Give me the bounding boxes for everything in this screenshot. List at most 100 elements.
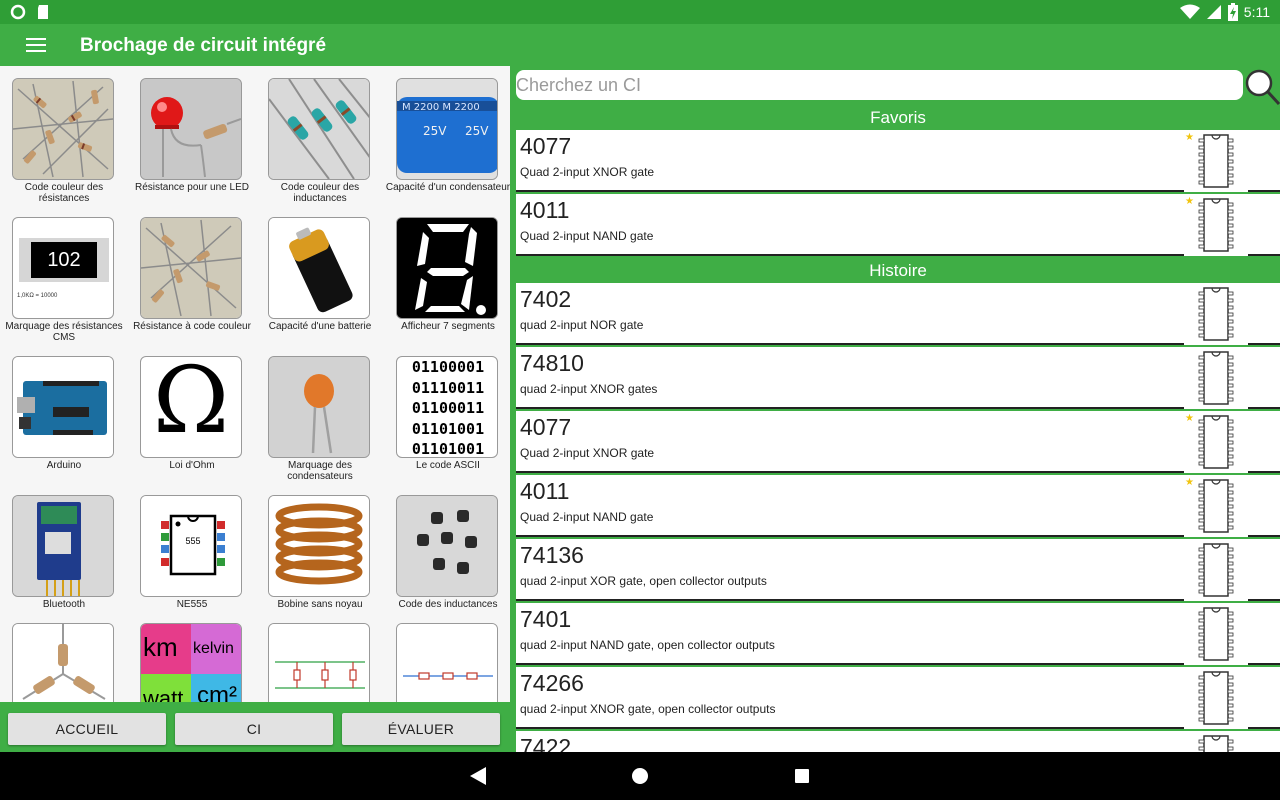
tile-label: Marquage des résistances CMS	[5, 321, 123, 343]
tile-image	[268, 495, 370, 597]
tile-image	[140, 78, 242, 180]
status-time: 5:11	[1243, 4, 1270, 20]
ic-number: 4011	[520, 197, 570, 223]
ic-list-item[interactable]: 74266 quad 2-input XNOR gate, open collec…	[516, 667, 1280, 729]
ic-list-item[interactable]: 4011 Quad 2-input NAND gate ★	[516, 475, 1280, 537]
ic-number: 74266	[520, 670, 584, 696]
ic-button[interactable]: CI	[175, 713, 333, 745]
tile-image	[268, 623, 370, 702]
ascii-line: 01100001	[411, 358, 485, 376]
ascii-line: 01100011	[411, 399, 485, 417]
sd-card-icon	[38, 5, 48, 19]
tile-label: Capacité d'un condensateur	[385, 182, 510, 193]
tile-image	[12, 495, 114, 597]
favorite-star-icon: ★	[1185, 477, 1194, 488]
ic-number: 7401	[520, 606, 572, 632]
ic-chip-icon	[1198, 543, 1234, 597]
ic-chip-icon	[1198, 415, 1234, 469]
ic-description: Quad 2-input NAND gate	[520, 229, 654, 243]
menu-button[interactable]	[20, 33, 52, 57]
red-led-icon	[141, 79, 241, 179]
ic-chip-thumbnail	[1184, 731, 1248, 752]
favorite-star-icon: ★	[1185, 413, 1194, 424]
bottom-nav: ACCUEIL CI ÉVALUER	[0, 702, 510, 752]
ic-chip-thumbnail	[1184, 347, 1248, 409]
ic-description: quad 2-input XNOR gates	[520, 382, 658, 396]
ic-list-item[interactable]: 74810 quad 2-input XNOR gates	[516, 347, 1280, 409]
search-icon	[1245, 69, 1280, 106]
inductors-icon	[269, 79, 369, 179]
ic-description: quad 2-input NAND gate, open collector o…	[520, 638, 775, 652]
home-icon[interactable]	[631, 767, 649, 785]
ic-list-panel: Favoris 4077 Quad 2-input XNOR gate ★ 4011 Q…	[516, 66, 1280, 752]
tile-image	[12, 78, 114, 180]
favorite-star-icon: ★	[1185, 132, 1194, 143]
ic-number: 4011	[520, 478, 570, 504]
tile-image	[268, 78, 370, 180]
tile-image	[12, 356, 114, 458]
ic-list-item[interactable]: 7401 quad 2-input NAND gate, open collect…	[516, 603, 1280, 665]
ic-description: Quad 2-input XNOR gate	[520, 446, 655, 460]
seven-segment-icon	[397, 218, 497, 318]
unit-watt: watt	[143, 686, 184, 702]
ic-description: Quad 2-input XNOR gate	[520, 165, 655, 179]
tile-label: NE555	[176, 599, 208, 610]
arduino-icon	[13, 357, 113, 457]
ic-number: 7422	[520, 734, 572, 752]
omega-icon: Ω	[152, 356, 230, 454]
ic-description: quad 2-input XNOR gate, open collector o…	[520, 702, 776, 716]
ic-chip-icon	[1198, 287, 1234, 341]
recents-icon[interactable]	[794, 768, 810, 784]
tools-panel: Code couleur des résistances Résistance …	[0, 66, 510, 752]
ic-list-item[interactable]: 74136 quad 2-input XOR gate, open collect…	[516, 539, 1280, 601]
resistor-pile-icon	[141, 218, 241, 318]
hamburger-icon	[26, 38, 46, 52]
ic-chip-icon	[1198, 671, 1234, 725]
app-root: 5:11 Brochage de circuit intégré Code co…	[0, 0, 1280, 800]
tile-image: Ω	[140, 356, 242, 458]
ic-number: 74810	[520, 350, 584, 376]
ic-list-item[interactable]: 4077 Quad 2-input XNOR gate ★	[516, 411, 1280, 473]
tile-image	[268, 217, 370, 319]
tile-label: Le code ASCII	[416, 460, 480, 471]
star-resistors-icon	[13, 624, 113, 702]
wifi-icon	[1179, 4, 1200, 19]
ceramic-capacitor-icon	[269, 357, 369, 457]
unit-cm2: cm²	[197, 682, 237, 702]
ic-chip-icon	[1198, 479, 1234, 533]
ic-chip-thumbnail	[1184, 539, 1248, 601]
tile-image	[396, 217, 498, 319]
bluetooth-module-icon	[13, 496, 113, 596]
search-input[interactable]	[516, 70, 1243, 100]
tile-image: M 2200 M 2200 25V 25V	[396, 78, 498, 180]
smd-inductors-icon	[397, 496, 497, 596]
home-button[interactable]: ACCUEIL	[8, 713, 166, 745]
parallel-circuit-icon	[269, 624, 369, 702]
notification-circle-icon	[10, 4, 26, 20]
tile-label: Marquage des condensateurs	[287, 460, 353, 482]
svg-text:25V: 25V	[465, 124, 489, 138]
ascii-binary-text: 01100001 01110011 01100011 01101001 0110…	[399, 357, 497, 457]
search-button[interactable]	[1243, 66, 1280, 106]
ic-chip-thumbnail	[1184, 283, 1248, 345]
tile-label: Résistance à code couleur	[133, 321, 251, 332]
ic-list-item[interactable]: 4077 Quad 2-input XNOR gate ★	[516, 130, 1280, 192]
rate-button[interactable]: ÉVALUER	[342, 713, 500, 745]
ic-description: quad 2-input NOR gate	[520, 318, 644, 332]
back-icon[interactable]	[470, 767, 486, 785]
tile-label: Code couleur des inductances	[280, 182, 360, 204]
system-nav-bar	[0, 752, 1280, 800]
ic-list-item[interactable]: 7422	[516, 731, 1280, 752]
series-circuit-icon	[397, 624, 497, 702]
tile-label: Code des inductances	[398, 599, 498, 610]
tile-image	[396, 623, 498, 702]
ic-list-item[interactable]: 7402 quad 2-input NOR gate	[516, 283, 1280, 345]
ic-number: 7402	[520, 286, 572, 312]
ic-number: 4077	[520, 414, 572, 440]
unit-kelvin: kelvin	[193, 640, 234, 657]
tile-image	[12, 623, 114, 702]
ic-list-item[interactable]: 4011 Quad 2-input NAND gate ★	[516, 194, 1280, 256]
tile-image: 01100001 01110011 01100011 01101001 0110…	[396, 356, 498, 458]
app-title: Brochage de circuit intégré	[80, 35, 327, 56]
tile-image: km kelvin watt cm²	[140, 623, 242, 702]
